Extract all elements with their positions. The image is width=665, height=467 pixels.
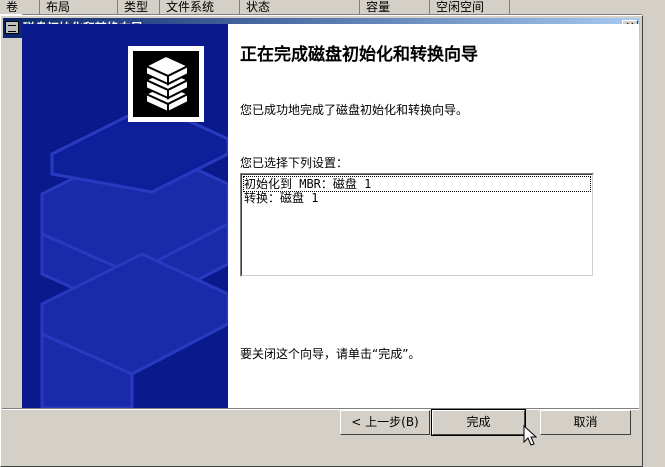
column-status[interactable]: 状态 [240,0,360,14]
settings-item-convert[interactable]: 转换：磁盘 1 [244,191,590,205]
column-free-space[interactable]: 空闲空间 [430,0,510,14]
completion-message: 您已成功地完成了磁盘初始化和转换向导。 [240,103,469,117]
column-filesystem[interactable]: 文件系统 [160,0,240,14]
finish-button[interactable]: 完成 [431,409,526,436]
column-volume[interactable]: 卷 [0,0,40,14]
column-type[interactable]: 类型 [118,0,160,14]
cancel-button[interactable]: 取消 [540,410,631,435]
settings-list-label: 您已选择下列设置： [240,156,349,170]
mouse-cursor-icon [523,425,537,446]
volume-list-header: 卷 布局 类型 文件系统 状态 容量 空闲空间 [0,0,665,15]
back-button[interactable]: < 上一步(B) [340,410,430,435]
settings-list[interactable]: 初始化到 MBR：磁盘 1 转换：磁盘 1 [240,173,594,277]
wizard-heading: 正在完成磁盘初始化和转换向导 [240,45,478,65]
background-window-edge [642,14,665,467]
wizard-banner-panel [22,24,228,408]
wizard-banner-graphic [40,46,228,408]
settings-item-initialize[interactable]: 初始化到 MBR：磁盘 1 [243,176,591,192]
wizard-content: 正在完成磁盘初始化和转换向导 您已成功地完成了磁盘初始化和转换向导。 您已选择下… [228,24,639,408]
column-capacity[interactable]: 容量 [360,0,430,14]
column-layout[interactable]: 布局 [40,0,118,14]
wizard-app-icon [5,21,19,34]
close-instruction: 要关闭这个向导，请单击“完成”。 [240,347,421,361]
